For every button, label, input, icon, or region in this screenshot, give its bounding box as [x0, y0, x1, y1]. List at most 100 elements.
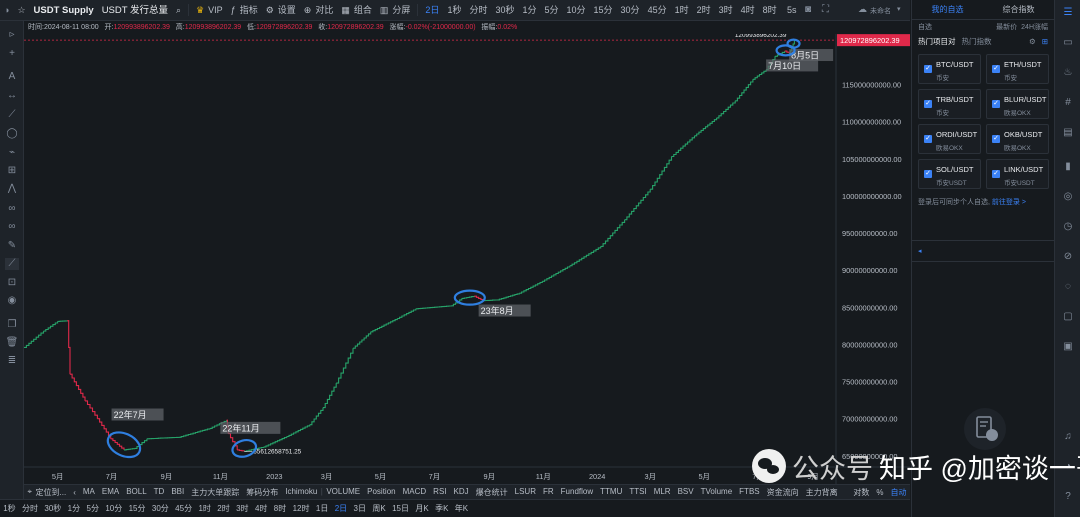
timeframe-item[interactable]: 1秒 — [0, 503, 19, 514]
interval-item[interactable]: 30秒 — [491, 0, 518, 20]
refresh-5s-button[interactable]: 5s — [787, 5, 797, 15]
watchlist-card[interactable]: ✓ ETH/USDT 币安 — [986, 54, 1049, 84]
watchlist-card[interactable]: ✓ ORDI/USDT 欧易OKX — [918, 124, 981, 154]
indicator-item[interactable]: TTSI — [626, 487, 650, 498]
timeframe-item[interactable]: 季K — [432, 503, 452, 514]
indicator-item[interactable]: FR — [539, 487, 557, 498]
path-icon[interactable]: ⌁ — [5, 147, 19, 159]
interval-item[interactable]: 8时 — [759, 0, 781, 20]
indicator-item[interactable]: EMA — [98, 487, 122, 498]
timeframe-item[interactable]: 1分 — [64, 503, 83, 514]
chevron-left-icon[interactable]: ‹ — [70, 488, 80, 497]
indicator-item[interactable]: 资金流向 — [763, 487, 802, 498]
copy-icon[interactable]: ❐ — [5, 319, 19, 331]
indicator-item[interactable]: MA — [79, 487, 98, 498]
brush-icon[interactable]: ⟋ — [5, 258, 19, 270]
combine-button[interactable]: 组合 — [354, 0, 376, 20]
interval-item[interactable]: 10分 — [563, 0, 590, 20]
checkbox-icon[interactable]: ✓ — [992, 65, 1000, 73]
crosshair-icon[interactable]: + — [5, 48, 19, 60]
interval-item[interactable]: 1时 — [671, 0, 693, 20]
timeframe-item[interactable]: 15分 — [125, 503, 148, 514]
lock-icon[interactable]: ⊡ — [5, 277, 19, 289]
interval-item[interactable]: 2时 — [693, 0, 715, 20]
timeframe-item[interactable]: 30分 — [149, 503, 172, 514]
login-link[interactable]: 前往登录 > — [992, 199, 1026, 206]
timeframe-item[interactable]: 3日 — [350, 503, 369, 514]
indicator-item[interactable]: TD — [150, 487, 168, 498]
timeframe-item[interactable]: 1时 — [195, 503, 214, 514]
column-24h-change[interactable]: 24H涨幅 — [1021, 22, 1048, 32]
interval-item[interactable]: 分时 — [465, 0, 491, 20]
chevron-down-icon[interactable]: ▾ — [897, 5, 901, 13]
horizontal-line-icon[interactable]: ↔ — [5, 90, 19, 102]
timeframe-item[interactable]: 45分 — [172, 503, 195, 514]
layers-icon[interactable]: ≣ — [5, 355, 19, 367]
indicator-item[interactable]: BOLL — [123, 487, 150, 498]
star-list-icon[interactable]: ☰ — [1061, 6, 1075, 20]
tab-my-watchlist[interactable]: 我的自选 — [912, 4, 983, 15]
checkbox-icon[interactable]: ✓ — [992, 135, 1000, 143]
pro-icon[interactable]: ▣ — [1061, 340, 1075, 354]
pencil-icon[interactable]: ✎ — [5, 240, 19, 252]
log-scale-toggle[interactable]: 对数 — [850, 487, 873, 498]
indicator-item[interactable]: TTMU — [597, 487, 626, 498]
timeframe-item[interactable]: 30秒 — [41, 503, 64, 514]
timeframe-active[interactable]: 2日 — [332, 503, 351, 514]
checkbox-icon[interactable]: ✓ — [924, 170, 932, 178]
timeframe-item[interactable]: 10分 — [102, 503, 125, 514]
timeframe-item[interactable]: 周K — [369, 503, 389, 514]
indicators-button[interactable]: 指标 — [240, 0, 262, 20]
clock-icon[interactable]: ◷ — [1061, 220, 1075, 234]
compare-button[interactable]: 对比 — [315, 0, 337, 20]
add-icon[interactable]: ⊞ — [1042, 37, 1048, 46]
interval-item[interactable]: 4时 — [737, 0, 759, 20]
settings-icon[interactable]: ⚙ — [1029, 37, 1036, 46]
chain-icon[interactable]: ∞ — [5, 221, 19, 233]
fire-icon[interactable]: ♨ — [1061, 66, 1075, 80]
alarm-icon[interactable]: ◔ — [1061, 460, 1075, 474]
watchlist-card[interactable]: ✓ BTC/USDT 币安 — [918, 54, 981, 84]
magnet-icon[interactable]: ∞ — [5, 203, 19, 215]
interval-active[interactable]: 2日 — [421, 0, 443, 20]
chart-icon[interactable]: ▮ — [1061, 160, 1075, 174]
collapse-triangle-icon[interactable]: ◂ — [918, 247, 922, 255]
indicator-item[interactable]: 爆仓统计 — [472, 487, 511, 498]
search-icon[interactable]: ⌕ — [172, 0, 185, 20]
timeframe-item[interactable]: 15日 — [389, 503, 412, 514]
settings-button[interactable]: 设置 — [278, 0, 300, 20]
watchlist-card[interactable]: ✓ LINK/USDT 币安USDT — [986, 159, 1049, 189]
symbol-name[interactable]: USDT Supply — [30, 0, 98, 20]
eye-icon[interactable]: ◉ — [5, 295, 19, 307]
percent-toggle[interactable]: % — [873, 488, 887, 497]
indicator-item[interactable]: Ichimoku — [282, 487, 321, 498]
trash-icon[interactable]: 🗑 — [5, 337, 19, 349]
timeframe-item[interactable]: 8时 — [271, 503, 290, 514]
watchlist-card[interactable]: ✓ SOL/USDT 币安USDT — [918, 159, 981, 189]
vip-button[interactable]: VIP — [208, 0, 227, 20]
fibonacci-icon[interactable]: ⊞ — [5, 165, 19, 177]
indicator-item[interactable]: VOLUME — [323, 487, 364, 498]
timeframe-item[interactable]: 12时 — [289, 503, 312, 514]
indicator-item[interactable]: FTBS — [736, 487, 763, 498]
indicator-item[interactable]: KDJ — [450, 487, 472, 498]
bell-alert-icon[interactable]: ♫ — [1061, 430, 1075, 444]
unnamed-layout[interactable]: 未命名 — [870, 6, 891, 16]
indicator-item[interactable]: 筹码分布 — [243, 487, 282, 498]
interval-item[interactable]: 15分 — [590, 0, 617, 20]
indicator-item[interactable]: TVolume — [697, 487, 736, 498]
interval-item[interactable]: 3时 — [715, 0, 737, 20]
news-icon[interactable]: ▤ — [1061, 126, 1075, 140]
column-latest-price[interactable]: 最新价 — [996, 22, 1017, 32]
cursor-icon[interactable]: ▹ — [5, 29, 19, 41]
indicator-item[interactable]: MACD — [399, 487, 430, 498]
indicator-item[interactable]: Position — [364, 487, 399, 498]
indicator-item[interactable]: 主力大单跟踪 — [188, 487, 243, 498]
globe-icon[interactable]: ⊘ — [1061, 250, 1075, 264]
interval-item[interactable]: 30分 — [617, 0, 644, 20]
timeframe-item[interactable]: 1日 — [313, 503, 332, 514]
cloud-icon[interactable]: ☁ — [858, 4, 867, 15]
split-button[interactable]: 分屏 — [392, 0, 414, 20]
tab-hot-projects[interactable]: 热门项目对 — [918, 36, 956, 47]
pattern-icon[interactable]: ⋀ — [5, 183, 19, 195]
